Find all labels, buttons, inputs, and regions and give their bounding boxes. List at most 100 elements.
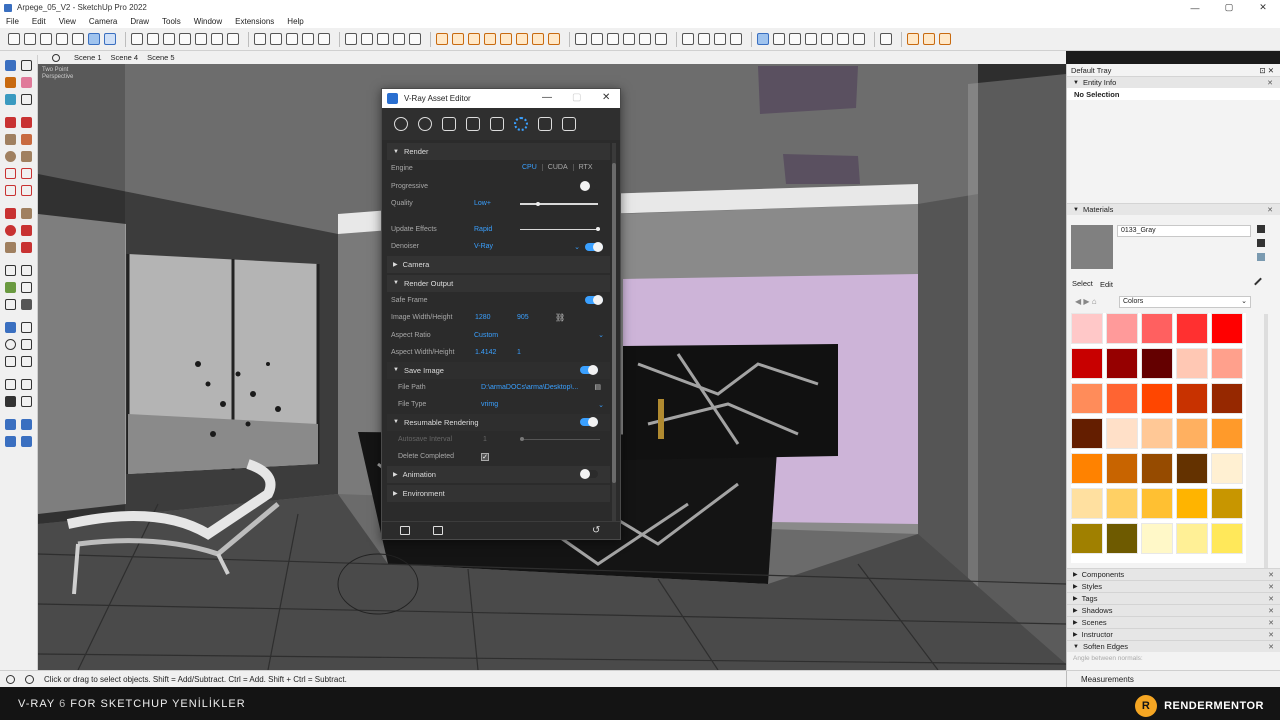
- soften-edges-header[interactable]: ▼ Soften Edges ✕: [1067, 640, 1280, 652]
- iso-view-icon[interactable]: [147, 33, 159, 45]
- color-swatch[interactable]: [1211, 418, 1243, 449]
- close-icon[interactable]: ✕: [1267, 206, 1273, 214]
- vray-light-icon[interactable]: [484, 33, 496, 45]
- engine-cpu-button[interactable]: CPU: [517, 164, 542, 171]
- offset-tool-icon[interactable]: [21, 242, 32, 253]
- menu-window[interactable]: Window: [194, 17, 222, 26]
- polygon-tool-icon[interactable]: [21, 151, 32, 162]
- denoiser-value[interactable]: V-Ray: [474, 243, 493, 250]
- material-name-field[interactable]: 0133_Gray: [1117, 225, 1251, 237]
- chevron-down-icon[interactable]: ⌄: [598, 401, 604, 409]
- follow-me-icon[interactable]: [21, 225, 32, 236]
- vray-mesh-light-icon[interactable]: [516, 33, 528, 45]
- axes-tool-icon[interactable]: [5, 299, 16, 310]
- left-view-icon[interactable]: [227, 33, 239, 45]
- color-swatch[interactable]: [1176, 383, 1208, 414]
- color-swatch[interactable]: [1071, 488, 1103, 519]
- section-fill-icon[interactable]: [393, 33, 405, 45]
- color-swatch[interactable]: [1176, 488, 1208, 519]
- menu-edit[interactable]: Edit: [32, 17, 46, 26]
- fur-icon[interactable]: [575, 33, 587, 45]
- sandbox-from-scratch-icon[interactable]: [21, 419, 32, 430]
- tape-measure-icon[interactable]: [5, 265, 16, 276]
- vray-sphere-light-icon[interactable]: [500, 33, 512, 45]
- close-icon[interactable]: ✕: [1268, 583, 1274, 591]
- chevron-down-icon[interactable]: ⌄: [574, 243, 580, 251]
- maximize-button[interactable]: ▢: [1212, 2, 1246, 13]
- component-tool-icon[interactable]: [5, 77, 16, 88]
- orbit-nav-icon[interactable]: [5, 322, 16, 333]
- color-swatch[interactable]: [1211, 348, 1243, 379]
- color-swatch[interactable]: [1176, 418, 1208, 449]
- scene-tab[interactable]: Scene 5: [147, 53, 175, 62]
- lights-icon[interactable]: [418, 117, 432, 131]
- textures-icon[interactable]: [466, 117, 480, 131]
- camera-section-header[interactable]: ▶ Camera: [387, 255, 610, 273]
- menu-help[interactable]: Help: [287, 17, 303, 26]
- color-swatch[interactable]: [1176, 348, 1208, 379]
- link-icon[interactable]: ⛓: [555, 313, 565, 322]
- entity-info-header[interactable]: ▼ Entity Info ✕: [1067, 76, 1280, 88]
- close-icon[interactable]: ✕: [1268, 595, 1274, 603]
- materials-icon[interactable]: [394, 117, 408, 131]
- color-swatch[interactable]: [1211, 523, 1243, 554]
- reset-icon[interactable]: ↺: [592, 525, 600, 536]
- aspect-ratio-value[interactable]: Custom: [474, 332, 498, 339]
- home-icon[interactable]: [163, 33, 175, 45]
- image-width-input[interactable]: 1280: [475, 314, 491, 321]
- close-icon[interactable]: ✕: [1267, 79, 1273, 87]
- protractor-icon[interactable]: [5, 282, 16, 293]
- menu-camera[interactable]: Camera: [89, 17, 117, 26]
- search-icon[interactable]: [52, 53, 60, 62]
- two-point-arc-icon[interactable]: [21, 168, 32, 179]
- asset-editor-icon[interactable]: [757, 33, 769, 45]
- progressive-toggle[interactable]: [580, 181, 598, 192]
- zoom-window-icon[interactable]: [21, 339, 32, 350]
- eyedropper-icon[interactable]: [1254, 277, 1262, 286]
- color-swatch[interactable]: [1106, 383, 1138, 414]
- color-swatch[interactable]: [1141, 453, 1173, 484]
- close-icon[interactable]: ✕: [1268, 619, 1274, 627]
- line-tool-icon[interactable]: [5, 117, 16, 128]
- geometry-icon[interactable]: [442, 117, 456, 131]
- push-pull-icon[interactable]: [21, 208, 32, 219]
- section-plane-icon[interactable]: [345, 33, 357, 45]
- color-swatch[interactable]: [1071, 383, 1103, 414]
- menu-view[interactable]: View: [59, 17, 76, 26]
- right-view-icon[interactable]: [195, 33, 207, 45]
- materials-header[interactable]: ▼ Materials ✕: [1067, 203, 1280, 215]
- tags-header[interactable]: ▶ Tags ✕: [1067, 592, 1280, 604]
- zoom-icon[interactable]: [286, 33, 298, 45]
- color-swatch[interactable]: [1211, 383, 1243, 414]
- stamp-icon[interactable]: [21, 436, 32, 447]
- nav-arrows-icon[interactable]: ◀ ▶ ⌂: [1075, 297, 1097, 306]
- open-folder-icon[interactable]: [400, 526, 410, 535]
- zoom-extents-icon[interactable]: [302, 33, 314, 45]
- save-image-toggle[interactable]: [580, 365, 598, 375]
- scale-tool-icon[interactable]: [5, 242, 16, 253]
- rotated-rectangle-icon[interactable]: [21, 134, 32, 145]
- vray-scrollbar[interactable]: [612, 143, 616, 523]
- default-material-icon[interactable]: [1257, 225, 1265, 233]
- close-icon[interactable]: ✕: [1268, 643, 1274, 651]
- chevron-down-icon[interactable]: ⌄: [598, 331, 604, 339]
- import-icon[interactable]: [655, 33, 667, 45]
- create-material-icon[interactable]: [1257, 239, 1265, 247]
- previous-tool-icon[interactable]: [21, 356, 32, 367]
- circle-tool-icon[interactable]: [5, 151, 16, 162]
- color-swatch[interactable]: [1141, 488, 1173, 519]
- save-icon[interactable]: [433, 526, 443, 535]
- autosave-value[interactable]: 1: [483, 436, 487, 443]
- rotate-tool-icon[interactable]: [5, 225, 16, 236]
- section-cut-icon[interactable]: [377, 33, 389, 45]
- slider-handle[interactable]: [520, 437, 524, 441]
- render-elements-icon[interactable]: [490, 117, 504, 131]
- front-view-icon[interactable]: [179, 33, 191, 45]
- component-icon[interactable]: [24, 33, 36, 45]
- select-tool-icon[interactable]: [5, 60, 16, 71]
- paint-bucket-icon[interactable]: [5, 94, 16, 105]
- safe-frame-toggle[interactable]: [585, 295, 603, 306]
- uv-icon[interactable]: [698, 33, 710, 45]
- 3d-text-icon[interactable]: [21, 299, 32, 310]
- dimension-tool-icon[interactable]: [21, 265, 32, 276]
